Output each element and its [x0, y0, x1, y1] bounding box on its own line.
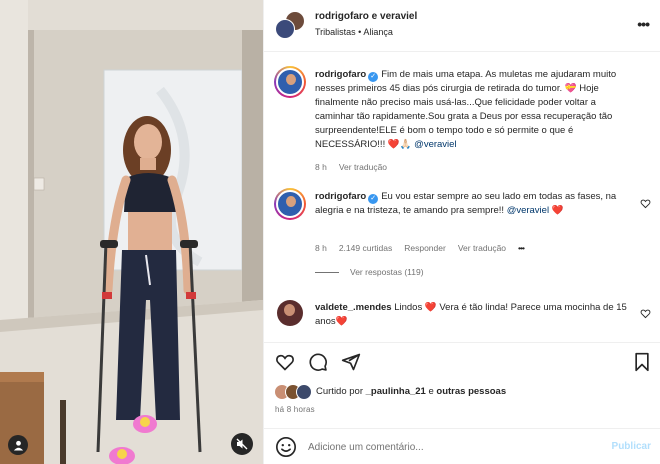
comment-input[interactable]: [308, 437, 598, 457]
post-time[interactable]: há 8 horas: [275, 405, 315, 414]
comment-username[interactable]: rodrigofaro: [315, 191, 366, 202]
comment: valdete_.mendes Lindos ❤️ Vera é tão lin…: [315, 301, 633, 329]
muted-speaker-icon: [236, 438, 248, 450]
liked-by-avatars[interactable]: [274, 384, 314, 400]
collab-avatars[interactable]: [275, 11, 305, 41]
post-side-panel: rodrigofaro e veraviel Tribalistas • Ali…: [263, 0, 660, 464]
liked-user-link[interactable]: _paulinha_21: [366, 386, 426, 397]
comment-time: 8 h: [315, 243, 327, 253]
heart-pray-emoji: ❤️🙏🏻: [387, 139, 412, 150]
tagged-users-button[interactable]: [8, 435, 28, 455]
like-comment-heart-icon[interactable]: [640, 198, 651, 209]
verified-badge-icon: ✓: [368, 194, 379, 204]
more-horizontal-icon[interactable]: •••: [637, 16, 650, 32]
post-header: rodrigofaro e veraviel Tribalistas • Ali…: [264, 0, 660, 52]
avatar[interactable]: [277, 300, 303, 326]
post-actions: Curtido por _paulinha_21 e outras pessoa…: [264, 342, 660, 422]
user-icon: [13, 440, 23, 451]
avatar[interactable]: [274, 66, 306, 98]
view-replies-link[interactable]: Ver respostas (119): [350, 267, 424, 277]
post-photo[interactable]: [0, 0, 263, 464]
comment-likes[interactable]: 2.149 curtidas: [339, 243, 392, 253]
comment-text: Lindos: [394, 302, 425, 313]
bookmark-icon[interactable]: [631, 351, 653, 373]
more-horizontal-icon[interactable]: •••: [518, 243, 525, 253]
post-authors[interactable]: rodrigofaro e veraviel: [315, 11, 417, 22]
heart-emoji: ❤️: [335, 316, 348, 327]
audio-track[interactable]: Tribalistas • Aliança: [315, 27, 393, 37]
liked-prefix: Curtido por: [316, 386, 366, 397]
avatar[interactable]: [274, 188, 306, 220]
verified-badge-icon: ✓: [368, 72, 379, 82]
photo-scene: [0, 0, 263, 464]
liked-by-text: Curtido por _paulinha_21 e outras pessoa…: [316, 386, 506, 397]
emoji-icon[interactable]: [275, 436, 297, 458]
like-comment-heart-icon[interactable]: [640, 308, 651, 319]
comment-meta: 8 h 2.149 curtidas Responder Ver tradução ••…: [315, 243, 536, 253]
add-comment-bar: Publicar: [264, 428, 660, 464]
mute-button[interactable]: [231, 433, 253, 455]
heart-emoji: ❤️: [424, 302, 437, 313]
instagram-post-view: rodrigofaro e veraviel Tribalistas • Ali…: [0, 0, 660, 464]
caption-meta: 8 h Ver tradução: [315, 162, 399, 172]
publish-button[interactable]: Publicar: [612, 441, 651, 452]
comment: rodrigofaro ✓ Eu vou estar sempre ao seu l…: [315, 190, 633, 218]
mention-link[interactable]: @veraviel: [507, 205, 549, 216]
comment-username[interactable]: valdete_.mendes: [315, 302, 392, 313]
share-icon[interactable]: [340, 351, 362, 373]
gift-heart-emoji: 💝: [564, 83, 577, 94]
comment-time: 8 h: [315, 162, 327, 172]
see-translation-link[interactable]: Ver tradução: [458, 243, 506, 253]
comment-username[interactable]: rodrigofaro: [315, 69, 366, 80]
liked-mid: e: [425, 386, 437, 397]
mention-link[interactable]: @veraviel: [414, 139, 456, 150]
comments-list: rodrigofaro ✓ Fim de mais uma etapa. As mu…: [264, 52, 660, 342]
avatar: [296, 384, 312, 400]
liked-others-link[interactable]: outras pessoas: [436, 386, 506, 397]
heart-emoji: ❤️: [551, 205, 564, 216]
replies-divider: [315, 272, 339, 273]
heart-icon[interactable]: [274, 351, 296, 373]
see-translation-link[interactable]: Ver tradução: [339, 162, 387, 172]
comment-icon[interactable]: [307, 351, 329, 373]
reply-link[interactable]: Responder: [404, 243, 446, 253]
avatar: [275, 19, 295, 39]
caption: rodrigofaro ✓ Fim de mais uma etapa. As mu…: [315, 68, 633, 152]
